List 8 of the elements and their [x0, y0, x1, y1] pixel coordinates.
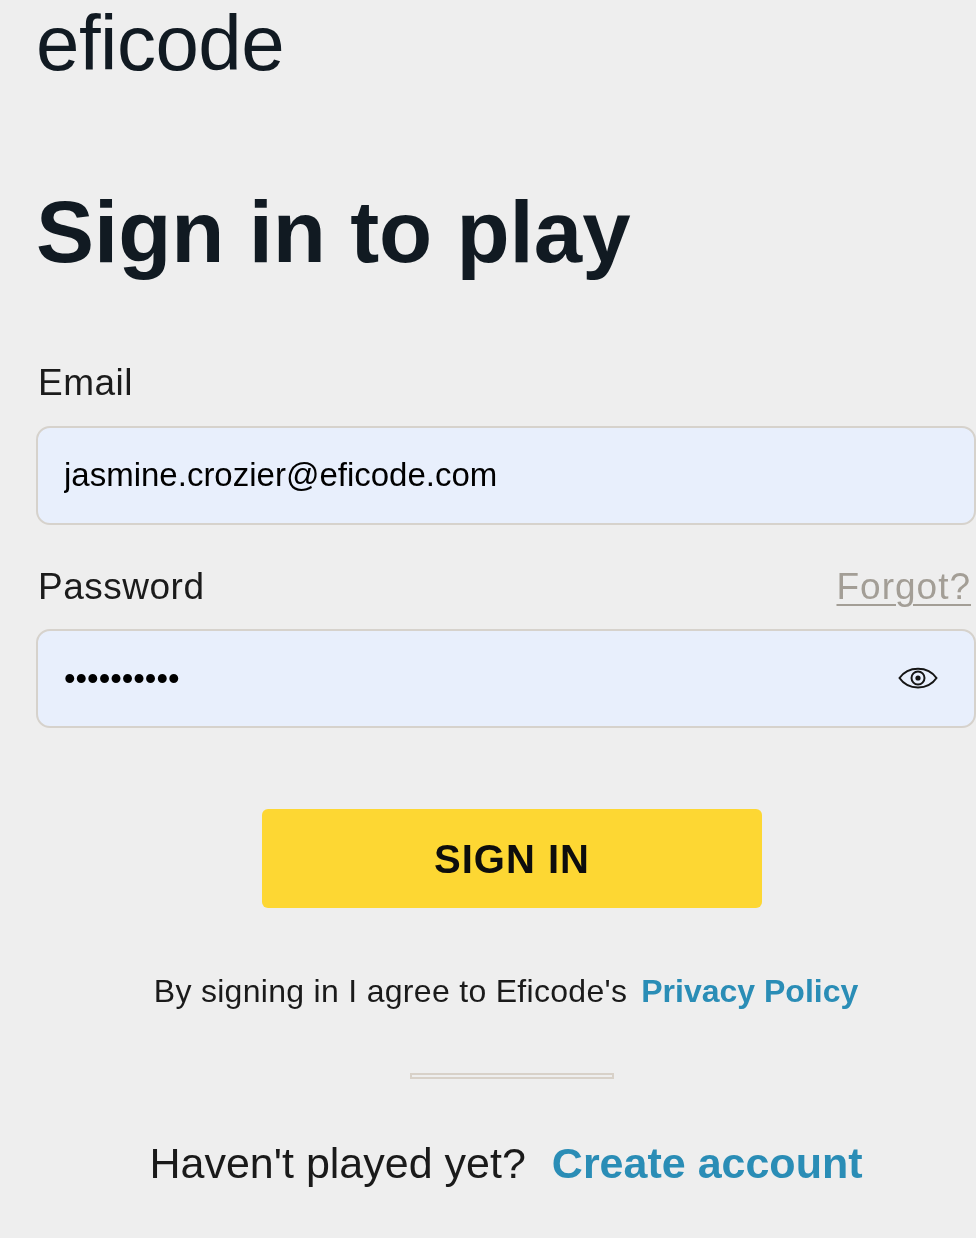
consent-text: By signing in I agree to Eficode's Privacy Policy — [153, 973, 859, 1010]
page-title: Sign in to play — [36, 182, 631, 282]
signup-prompt: Haven't played yet? Create account — [149, 1138, 863, 1189]
sign-in-button[interactable]: SIGN IN — [262, 809, 762, 909]
password-field[interactable]: •••••••••• — [36, 629, 976, 729]
field-label: Password — [38, 565, 205, 609]
field-label: Email — [38, 362, 134, 405]
eficode-logo: eficode — [36, 4, 285, 82]
